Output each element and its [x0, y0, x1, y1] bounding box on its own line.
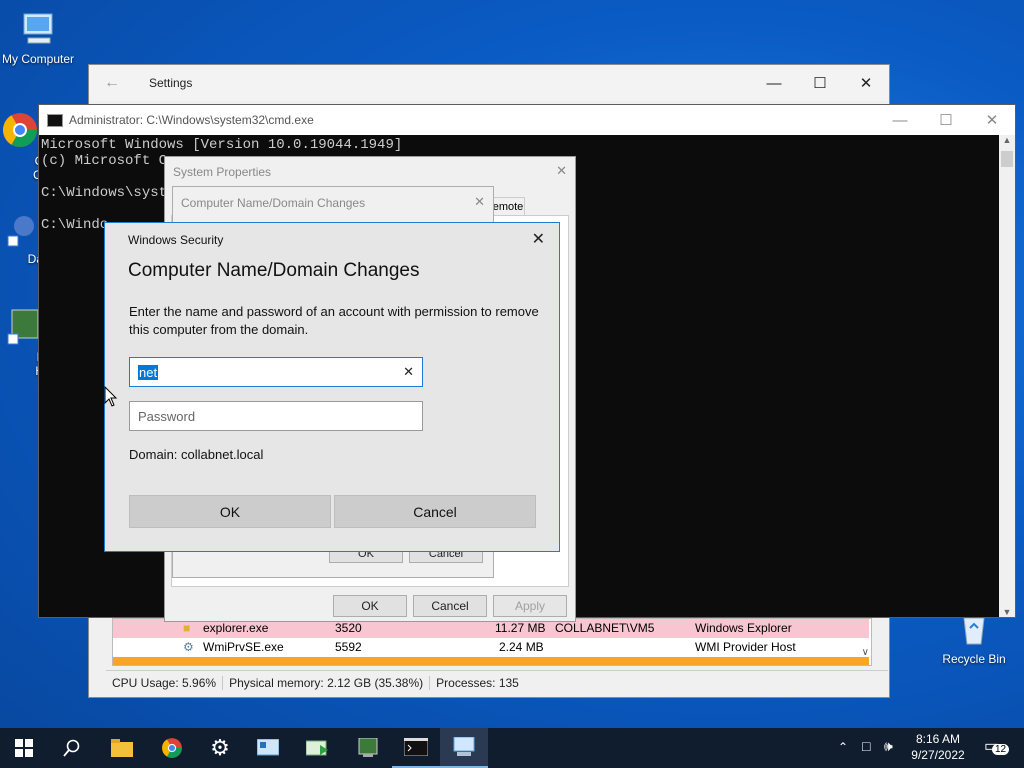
settings-title: Settings	[149, 76, 193, 90]
settings-titlebar[interactable]: ← Settings — ☐ ✕	[89, 65, 889, 101]
cancel-button[interactable]: Cancel	[413, 595, 487, 617]
system-properties-title: System Properties	[173, 165, 272, 179]
process-description: WMI Provider Host	[695, 640, 796, 654]
dialog-title: Computer Name/Domain Changes	[128, 260, 420, 281]
cmd-icon	[47, 113, 63, 127]
ok-button[interactable]: OK	[129, 495, 331, 528]
file-explorer-button[interactable]	[98, 728, 146, 768]
computer-icon	[18, 8, 58, 48]
notification-center-button[interactable]: ▭ 12	[984, 736, 1010, 756]
cmd-title: Administrator: C:\Windows\system32\cmd.e…	[69, 113, 314, 127]
maximize-button[interactable]: ☐	[797, 68, 843, 98]
system-info-button[interactable]	[244, 728, 292, 768]
app-icon	[0, 208, 40, 248]
process-name: WmiPrvSE.exe	[203, 640, 284, 654]
settings-button[interactable]: ⚙	[196, 728, 244, 768]
close-icon[interactable]: ✕	[474, 194, 485, 210]
date: 9/27/2022	[911, 748, 965, 762]
system-info-icon	[257, 739, 279, 756]
time: 8:16 AM	[915, 732, 961, 746]
close-button[interactable]: ✕	[843, 68, 889, 98]
desktop-icon-label: My Computer	[1, 52, 75, 66]
volume-icon[interactable]: 🕪	[884, 738, 893, 755]
show-hidden-icons[interactable]: ⌃	[838, 740, 848, 754]
table-row[interactable]	[113, 657, 869, 665]
search-icon	[63, 739, 80, 757]
console-line: C:\Windows\syste	[41, 185, 176, 201]
clock[interactable]: 8:16 AM 9/27/2022	[908, 731, 968, 763]
network-icon[interactable]: □	[862, 738, 870, 754]
back-arrow-icon[interactable]: ←	[89, 74, 135, 92]
process-description: Windows Explorer	[695, 621, 792, 635]
scrollbar[interactable]: ▲ ▼	[999, 135, 1015, 617]
console-line: C:\Windo	[41, 217, 109, 233]
tab-remote[interactable]: emote	[491, 197, 525, 217]
dialog-header: Windows Security	[128, 233, 224, 247]
table-row[interactable]: ⚙ WmiPrvSE.exe 5592 2.24 MB WMI Provider…	[113, 638, 869, 657]
chrome-icon	[162, 738, 182, 758]
process-table[interactable]: ■ explorer.exe 3520 11.27 MB COLLABNET\V…	[112, 618, 872, 666]
password-field[interactable]: Password	[129, 401, 423, 431]
process-memory: 2.24 MB	[499, 640, 544, 654]
physical-memory: Physical memory: 2.12 GB (35.38%)	[223, 676, 431, 690]
process-hacker-icon	[358, 738, 378, 757]
domain-label: Domain: collabnet.local	[129, 447, 264, 462]
desktop-icon-label: Recycle Bin	[942, 652, 1006, 666]
cmd-titlebar[interactable]: Administrator: C:\Windows\system32\cmd.e…	[39, 105, 1015, 135]
apply-button[interactable]: Apply	[493, 595, 567, 617]
scroll-down-arrow-icon[interactable]: ▼	[999, 607, 1015, 617]
process-count: Processes: 135	[436, 676, 519, 690]
console-line: Microsoft Windows [Version 10.0.19044.19…	[41, 137, 403, 153]
ok-button[interactable]: OK	[333, 595, 407, 617]
monitor-icon	[0, 306, 40, 346]
cmd-button[interactable]	[392, 728, 440, 768]
dialog-description: Enter the name and password of an accoun…	[129, 304, 539, 337]
folder-icon	[111, 739, 133, 757]
network-app-icon	[306, 740, 328, 756]
start-button[interactable]	[0, 728, 48, 768]
gear-process-icon: ⚙	[183, 640, 194, 654]
computer-icon	[453, 737, 475, 756]
chrome-icon	[0, 110, 40, 150]
gear-icon: ⚙	[210, 735, 230, 760]
clear-icon[interactable]: ✕	[403, 364, 414, 380]
security-dialog-button[interactable]	[440, 728, 488, 768]
username-field[interactable]: net ✕	[129, 357, 423, 387]
windows-security-dialog[interactable]: Windows Security ✕ Computer Name/Domain …	[104, 222, 560, 552]
chrome-button[interactable]	[148, 728, 196, 768]
terminal-icon	[404, 738, 428, 756]
maximize-button[interactable]: ☐	[923, 105, 969, 135]
scroll-thumb[interactable]	[1001, 151, 1013, 167]
network-app-button[interactable]	[294, 728, 342, 768]
username-value: net	[138, 364, 159, 380]
scroll-up-arrow-icon[interactable]: ▲	[999, 135, 1015, 151]
desktop-icon-my-computer[interactable]: My Computer	[0, 8, 80, 66]
scroll-down-arrow-icon[interactable]: ∨	[862, 647, 869, 658]
windows-logo-icon	[15, 739, 33, 757]
dialog-title: Computer Name/Domain Changes	[181, 196, 366, 210]
cancel-button[interactable]: Cancel	[334, 495, 536, 528]
close-icon[interactable]: ✕	[556, 163, 567, 179]
taskbar: ⚙ ⌃ □ 🕪 8:16 AM 9/27/2022 ▭ 12	[0, 728, 1024, 768]
notification-badge: 12	[992, 744, 1010, 755]
minimize-button[interactable]: —	[751, 68, 797, 98]
mouse-cursor-icon	[104, 385, 118, 411]
cpu-usage: CPU Usage: 5.96%	[106, 676, 224, 690]
close-icon[interactable]: ✕	[532, 229, 545, 249]
console-line: (c) Microsoft Co	[41, 153, 176, 169]
search-button[interactable]	[48, 728, 96, 768]
process-hacker-button[interactable]	[344, 728, 392, 768]
process-pid: 5592	[335, 640, 362, 654]
close-button[interactable]: ✕	[969, 105, 1015, 135]
minimize-button[interactable]: —	[877, 105, 923, 135]
password-placeholder: Password	[138, 408, 196, 424]
status-bar: CPU Usage: 5.96% Physical memory: 2.12 G…	[106, 670, 888, 695]
